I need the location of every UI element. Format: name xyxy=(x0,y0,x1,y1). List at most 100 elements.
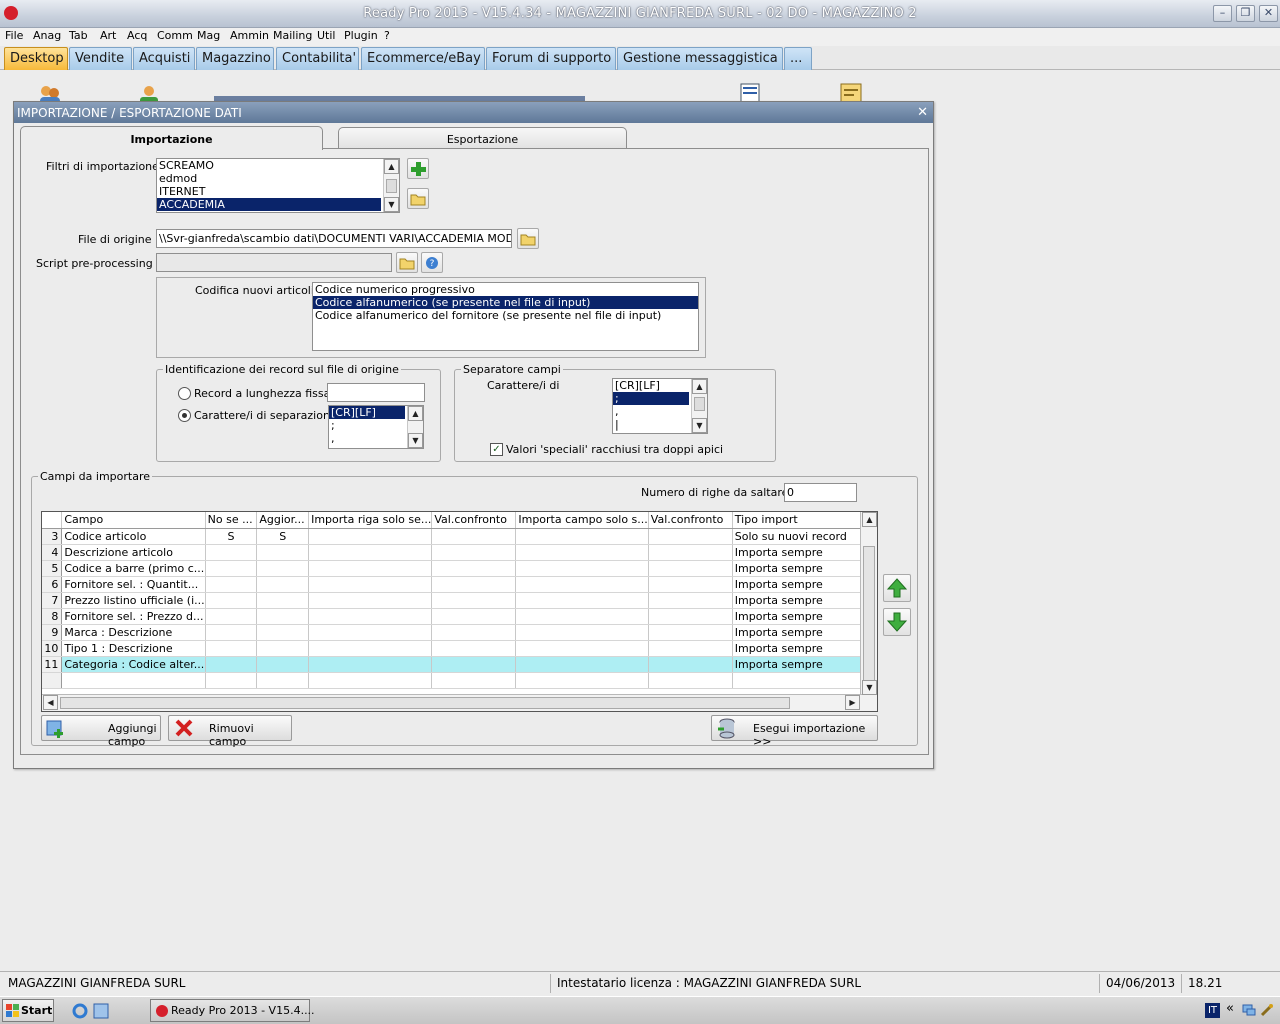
record-sep-item-selected[interactable]: [CR][LF] xyxy=(329,406,405,419)
menu-mag[interactable]: Mag xyxy=(197,29,220,42)
scroll-down-icon[interactable]: ▼ xyxy=(408,433,423,448)
coding-option[interactable]: Codice numerico progressivo xyxy=(313,283,698,296)
network-icon[interactable] xyxy=(1242,1003,1256,1017)
cell-importa-campo[interactable] xyxy=(515,560,649,577)
filter-item-selected[interactable]: ACCADEMIA xyxy=(157,198,381,211)
coding-list[interactable]: Codice numerico progressivo Codice alfan… xyxy=(312,282,699,351)
empty-cell[interactable] xyxy=(732,672,862,689)
cell-importa-riga[interactable] xyxy=(308,560,433,577)
table-row[interactable]: 5 Codice a barre (primo c... Importa sempr… xyxy=(42,560,877,577)
cell-importa-campo[interactable] xyxy=(515,640,649,657)
cell-importa-riga[interactable] xyxy=(308,528,433,545)
fields-grid[interactable]: Campo No se ... Aggior... Importa riga s… xyxy=(41,511,878,712)
cell-no-se[interactable] xyxy=(205,624,258,641)
scroll-thumb[interactable] xyxy=(694,397,705,411)
scroll-left-icon[interactable]: ◀ xyxy=(43,695,58,710)
menu-plugin[interactable]: Plugin xyxy=(344,29,378,42)
table-row[interactable]: 3 Codice articolo S S Solo su nuovi record xyxy=(42,528,877,545)
row-number[interactable]: 5 xyxy=(42,560,63,577)
restore-button[interactable]: ❐ xyxy=(1236,5,1255,22)
cell-campo[interactable]: Marca : Descrizione xyxy=(61,624,206,641)
filter-item[interactable]: edmod xyxy=(157,172,399,185)
cell-campo[interactable]: Tipo 1 : Descrizione xyxy=(61,640,206,657)
cell-val-confronto[interactable] xyxy=(431,640,517,657)
quicklaunch-icon[interactable] xyxy=(93,1003,109,1019)
cell-val-confronto-2[interactable] xyxy=(648,576,733,593)
record-length-input[interactable] xyxy=(327,383,425,402)
field-sep-scrollbar[interactable]: ▲ ▼ xyxy=(691,379,707,433)
cell-tipo-import[interactable]: Importa sempre xyxy=(732,624,862,641)
cell-val-confronto[interactable] xyxy=(431,656,517,673)
grid-hscrollbar[interactable]: ◀ ▶ xyxy=(42,694,862,711)
cell-tipo-import[interactable]: Importa sempre xyxy=(732,560,862,577)
cell-val-confronto-2[interactable] xyxy=(648,544,733,561)
menu-art[interactable]: Art xyxy=(100,29,116,42)
cell-tipo-import[interactable]: Importa sempre xyxy=(732,576,862,593)
table-row[interactable]: 9Marca : DescrizioneImporta sempre.. xyxy=(42,624,877,641)
menu-anag[interactable]: Anag xyxy=(33,29,61,42)
row-number[interactable]: 4 xyxy=(42,544,63,561)
remove-field-button[interactable]: Rimuovi campo xyxy=(168,715,292,748)
scroll-right-icon[interactable]: ▶ xyxy=(845,695,860,710)
tab-vendite[interactable]: Vendite xyxy=(69,47,132,70)
empty-cell[interactable] xyxy=(431,672,517,689)
special-values-label[interactable]: Valori 'speciali' racchiusi tra doppi ap… xyxy=(506,443,723,456)
coding-option-selected[interactable]: Codice alfanumerico (se presente nel fil… xyxy=(313,296,698,309)
cell-tipo-import[interactable]: Importa sempre xyxy=(732,640,862,657)
add-filter-button[interactable] xyxy=(407,158,429,179)
cell-importa-campo[interactable] xyxy=(515,656,649,673)
menu-ammin[interactable]: Ammin xyxy=(230,29,269,42)
empty-cell[interactable] xyxy=(648,672,733,689)
scroll-thumb[interactable] xyxy=(386,179,397,193)
dialog-close-icon[interactable]: ✕ xyxy=(917,105,928,120)
filter-item[interactable]: SCREAMO xyxy=(157,159,399,172)
cell-importa-campo[interactable] xyxy=(515,528,649,545)
cell-importa-riga[interactable] xyxy=(308,656,433,673)
cell-importa-riga[interactable] xyxy=(308,640,433,657)
cell-aggior[interactable] xyxy=(256,576,310,593)
cell-val-confronto-2[interactable] xyxy=(648,560,733,577)
row-number[interactable]: 6 xyxy=(42,576,63,593)
cell-campo[interactable]: Categoria : Codice alter... xyxy=(61,656,206,673)
cell-val-confronto-2[interactable] xyxy=(648,608,733,625)
row-number[interactable]: 9 xyxy=(42,624,63,641)
grid-vscrollbar[interactable]: ▲ ▼ xyxy=(860,512,877,711)
record-sep-scrollbar[interactable]: ▲ ▼ xyxy=(407,406,423,448)
filter-item[interactable]: ITERNET xyxy=(157,185,399,198)
cell-aggior[interactable] xyxy=(256,640,310,657)
filters-list[interactable]: SCREAMO edmod ITERNET ACCADEMIA ▲ ▼ xyxy=(156,158,400,213)
cell-aggior[interactable] xyxy=(256,544,310,561)
cell-val-confronto[interactable] xyxy=(431,576,517,593)
cell-no-se[interactable] xyxy=(205,640,258,657)
menu-help[interactable]: ? xyxy=(384,29,390,42)
minimize-button[interactable]: – xyxy=(1213,5,1232,22)
cell-campo[interactable]: Fornitore sel. : Quantit... xyxy=(61,576,206,593)
empty-cell[interactable] xyxy=(308,672,433,689)
cell-importa-riga[interactable] xyxy=(308,592,433,609)
cell-val-confronto[interactable] xyxy=(431,544,517,561)
row-number[interactable]: 7 xyxy=(42,592,63,609)
row-number[interactable]: 10 xyxy=(42,640,63,657)
cell-no-se[interactable] xyxy=(205,656,258,673)
empty-cell[interactable] xyxy=(42,672,63,689)
scroll-up-icon[interactable]: ▲ xyxy=(692,379,707,394)
menu-file[interactable]: File xyxy=(5,29,23,42)
cell-val-confronto[interactable] xyxy=(431,592,517,609)
scroll-up-icon[interactable]: ▲ xyxy=(408,406,423,421)
cell-campo[interactable]: Prezzo listino ufficiale (i... xyxy=(61,592,206,609)
cell-val-confronto[interactable] xyxy=(431,528,517,545)
table-row[interactable]: 11 Categoria : Codice alter... Importa sem… xyxy=(42,656,877,673)
cell-tipo-import[interactable]: Importa sempre xyxy=(732,544,862,561)
cell-importa-riga[interactable] xyxy=(308,608,433,625)
record-sep-radio[interactable] xyxy=(178,409,191,422)
tab-esportazione[interactable]: Esportazione xyxy=(338,127,627,149)
language-indicator[interactable]: IT xyxy=(1205,1003,1220,1018)
script-help-button[interactable]: ? xyxy=(421,252,443,273)
cell-no-se[interactable] xyxy=(205,560,258,577)
skip-rows-input[interactable]: 0 xyxy=(784,483,857,502)
empty-cell[interactable] xyxy=(256,672,310,689)
cell-no-se[interactable] xyxy=(205,592,258,609)
cell-importa-riga[interactable] xyxy=(308,624,433,641)
scroll-down-icon[interactable]: ▼ xyxy=(862,680,877,695)
ie-icon[interactable] xyxy=(72,1003,88,1019)
